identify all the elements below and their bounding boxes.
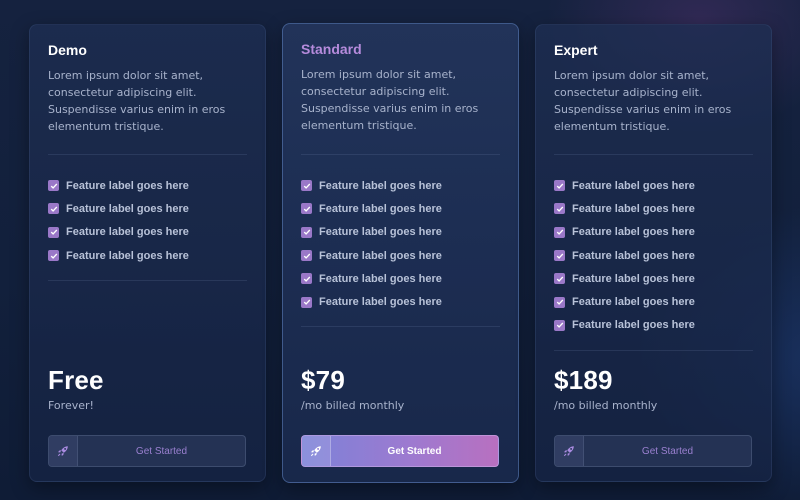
feature-item: Feature label goes here xyxy=(301,267,500,290)
checkbox-icon xyxy=(301,296,312,308)
checkbox-icon xyxy=(554,180,565,192)
feature-label: Feature label goes here xyxy=(572,272,695,285)
feature-label: Feature label goes here xyxy=(319,202,442,215)
feature-item: Feature label goes here xyxy=(48,174,247,197)
plan-price: $189 xyxy=(554,365,613,395)
feature-item: Feature label goes here xyxy=(48,221,247,244)
feature-label: Feature label goes here xyxy=(319,296,442,309)
feature-list: Feature label goes here Feature label go… xyxy=(554,174,753,337)
plan-price: $79 xyxy=(301,365,345,395)
checkbox-icon xyxy=(48,250,59,262)
checkbox-icon xyxy=(48,226,59,238)
checkbox-icon xyxy=(554,226,565,238)
feature-label: Feature label goes here xyxy=(572,319,695,332)
feature-item: Feature label goes here xyxy=(554,174,753,197)
feature-item: Feature label goes here xyxy=(301,244,500,267)
plan-title: Demo xyxy=(48,42,87,58)
feature-label: Feature label goes here xyxy=(66,226,189,239)
feature-item: Feature label goes here xyxy=(48,197,247,220)
feature-item: Feature label goes here xyxy=(554,314,753,337)
checkbox-icon xyxy=(554,273,565,285)
divider xyxy=(554,350,753,351)
checkbox-icon xyxy=(301,203,312,215)
feature-label: Feature label goes here xyxy=(572,226,695,239)
feature-item: Feature label goes here xyxy=(301,174,500,197)
pricing-card-expert: Expert Lorem ipsum dolor sit amet, conse… xyxy=(535,24,772,482)
plan-price: Free xyxy=(48,365,104,395)
plan-description: Lorem ipsum dolor sit amet, consectetur … xyxy=(301,68,479,132)
checkbox-icon xyxy=(554,319,565,331)
feature-label: Feature label goes here xyxy=(319,179,442,192)
feature-item: Feature label goes here xyxy=(554,221,753,244)
divider xyxy=(48,280,247,281)
get-started-button[interactable]: Get Started xyxy=(301,435,499,467)
get-started-label: Get Started xyxy=(641,445,694,457)
feature-label: Feature label goes here xyxy=(66,202,189,215)
get-started-label: Get Started xyxy=(135,445,188,457)
checkbox-icon xyxy=(301,180,312,192)
feature-label: Feature label goes here xyxy=(572,202,695,215)
feature-label: Feature label goes here xyxy=(66,179,189,192)
plan-price-subtext: /mo billed monthly xyxy=(554,399,658,412)
feature-list: Feature label goes here Feature label go… xyxy=(301,174,500,314)
checkbox-icon xyxy=(48,203,59,215)
checkbox-icon xyxy=(554,203,565,215)
checkbox-icon xyxy=(301,250,312,262)
rocket-icon xyxy=(302,436,331,466)
checkbox-icon xyxy=(554,250,565,262)
divider xyxy=(554,154,753,155)
plan-price-subtext: /mo billed monthly xyxy=(301,399,405,412)
plan-description: Lorem ipsum dolor sit amet, consectetur … xyxy=(48,69,226,133)
feature-label: Feature label goes here xyxy=(572,249,695,262)
feature-list: Feature label goes here Feature label go… xyxy=(48,174,247,267)
checkbox-icon xyxy=(48,180,59,192)
divider xyxy=(48,154,247,155)
feature-label: Feature label goes here xyxy=(319,272,442,285)
plan-price-subtext: Forever! xyxy=(48,399,94,412)
checkbox-icon xyxy=(554,296,565,308)
plan-description: Lorem ipsum dolor sit amet, consectetur … xyxy=(554,69,732,133)
feature-label: Feature label goes here xyxy=(319,249,442,262)
plan-title: Standard xyxy=(301,41,362,57)
get-started-button[interactable]: Get Started xyxy=(554,435,752,467)
pricing-card-standard: Standard Lorem ipsum dolor sit amet, con… xyxy=(282,23,519,483)
feature-item: Feature label goes here xyxy=(301,197,500,220)
get-started-label: Get Started xyxy=(387,445,442,457)
feature-label: Feature label goes here xyxy=(319,226,442,239)
rocket-icon xyxy=(555,436,584,466)
feature-item: Feature label goes here xyxy=(301,221,500,244)
feature-item: Feature label goes here xyxy=(48,244,247,267)
pricing-page: Demo Lorem ipsum dolor sit amet, consect… xyxy=(0,0,800,500)
divider xyxy=(301,326,500,327)
rocket-icon xyxy=(49,436,78,466)
feature-item: Feature label goes here xyxy=(554,244,753,267)
feature-item: Feature label goes here xyxy=(301,290,500,313)
feature-label: Feature label goes here xyxy=(66,249,189,262)
checkbox-icon xyxy=(301,226,312,238)
feature-item: Feature label goes here xyxy=(554,267,753,290)
feature-item: Feature label goes here xyxy=(554,290,753,313)
checkbox-icon xyxy=(301,273,312,285)
get-started-button[interactable]: Get Started xyxy=(48,435,246,467)
pricing-card-demo: Demo Lorem ipsum dolor sit amet, consect… xyxy=(29,24,266,482)
feature-label: Feature label goes here xyxy=(572,296,695,309)
divider xyxy=(301,154,500,155)
feature-label: Feature label goes here xyxy=(572,179,695,192)
feature-item: Feature label goes here xyxy=(554,197,753,220)
plan-title: Expert xyxy=(554,42,598,58)
